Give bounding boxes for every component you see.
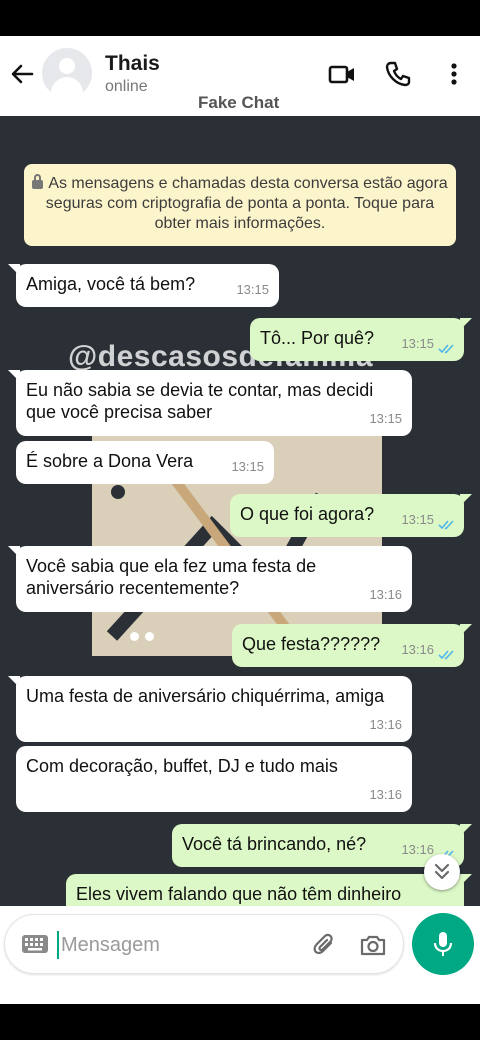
message-time: 13:15 — [401, 336, 434, 351]
message-bubble-outgoing[interactable]: Que festa?????? 13:16 — [232, 624, 472, 667]
message-bubble-incoming[interactable]: Amiga, você tá bem? 13:15 — [8, 264, 279, 307]
arrow-left-icon[interactable] — [6, 58, 38, 90]
typing-dots — [130, 628, 160, 646]
message-text: É sobre a Dona Vera — [26, 451, 194, 471]
message-text: Tô... Por quê? — [260, 328, 375, 348]
read-receipt-icon — [438, 520, 454, 530]
microphone-button[interactable] — [412, 913, 474, 975]
video-call-icon[interactable] — [326, 58, 358, 90]
message-text: Você sabia que ela fez uma festa de aniv… — [26, 556, 317, 598]
message-text: Você tá brincando, né? — [182, 834, 367, 854]
phone-icon[interactable] — [382, 58, 414, 90]
message-bubble-outgoing[interactable]: Você tá brincando, né? 13:16 — [172, 824, 472, 867]
message-time: 13:16 — [369, 717, 402, 732]
message-bubble-outgoing[interactable]: Tô... Por quê? 13:15 — [250, 318, 472, 361]
message-time: 13:15 — [231, 459, 264, 474]
message-text: Que festa?????? — [242, 634, 381, 654]
keyboard-icon[interactable] — [21, 933, 49, 955]
message-text: O que foi agora? — [240, 504, 375, 524]
avatar[interactable] — [42, 48, 92, 98]
read-receipt-icon — [438, 650, 454, 660]
microphone-icon — [433, 932, 453, 956]
lock-icon — [32, 174, 44, 189]
message-text: Uma festa de aniversário chiquérrima, am… — [26, 686, 385, 706]
message-time: 13:16 — [401, 642, 434, 657]
contact-name[interactable]: Thais — [105, 52, 160, 76]
read-receipt-icon — [438, 344, 454, 354]
chevron-double-down-icon — [434, 863, 450, 880]
message-text: Eles vivem falando que não têm dinheiro — [76, 884, 402, 904]
more-vertical-icon[interactable] — [438, 58, 470, 90]
message-time: 13:15 — [369, 411, 402, 426]
paperclip-icon[interactable] — [311, 931, 339, 959]
message-time: 13:16 — [369, 587, 402, 602]
message-input-container[interactable] — [4, 914, 404, 974]
message-bubble-incoming[interactable]: Uma festa de aniversário chiquérrima, am… — [8, 676, 412, 742]
message-bubble-outgoing[interactable]: O que foi agora? 13:15 — [230, 494, 472, 537]
message-text: Amiga, você tá bem? — [26, 274, 196, 294]
overlay-label: Fake Chat — [198, 93, 280, 112]
encryption-notice-text: As mensagens e chamadas desta conversa e… — [45, 175, 448, 232]
message-bubble-incoming[interactable]: Com decoração, buffet, DJ e tudo mais 13… — [16, 746, 412, 812]
message-input[interactable] — [61, 923, 291, 967]
chat-area[interactable]: @descasosdefamilia As mensagens e chamad… — [0, 116, 480, 920]
nav-strip — [0, 982, 480, 1004]
contact-status: online — [105, 78, 148, 95]
composer-bar — [0, 906, 480, 982]
system-nav-bar — [0, 982, 480, 1040]
message-time: 13:15 — [236, 282, 269, 297]
message-time: 13:15 — [401, 512, 434, 527]
scroll-to-bottom-button[interactable] — [424, 854, 460, 890]
message-bubble-incoming[interactable]: É sobre a Dona Vera 13:15 — [16, 441, 274, 484]
message-text: Com decoração, buffet, DJ e tudo mais — [26, 756, 338, 776]
message-bubble-incoming[interactable]: Você sabia que ela fez uma festa de aniv… — [8, 546, 412, 612]
message-bubble-incoming[interactable]: Eu não sabia se devia te contar, mas dec… — [8, 370, 412, 436]
text-caret — [57, 931, 59, 959]
chat-header: Thais online Fake Chat — [0, 36, 480, 116]
camera-icon[interactable] — [359, 931, 387, 959]
message-time: 13:16 — [369, 787, 402, 802]
message-text: Eu não sabia se devia te contar, mas dec… — [26, 380, 374, 422]
encryption-notice[interactable]: As mensagens e chamadas desta conversa e… — [24, 164, 456, 246]
status-bar — [0, 0, 480, 36]
